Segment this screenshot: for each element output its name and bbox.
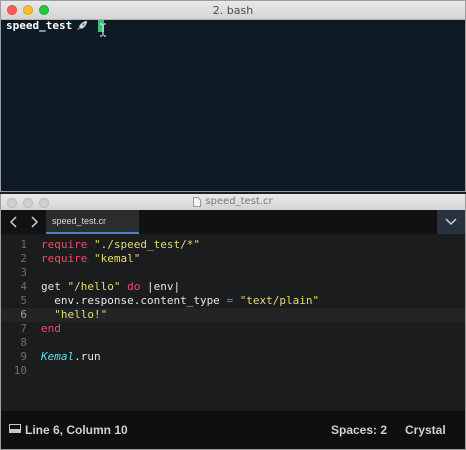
file-icon <box>193 196 202 207</box>
line-source <box>27 266 41 280</box>
code-line[interactable]: 3 <box>1 266 465 280</box>
line-source: env.response.content_type = "text/plain" <box>27 294 319 308</box>
rocket-icon <box>77 21 88 30</box>
terminal-title: 2. bash <box>212 4 254 17</box>
terminal-prompt-line[interactable]: speed_test <box>6 19 105 32</box>
line-number: 7 <box>20 322 27 335</box>
status-bar: Line 6, Column 10 Spaces: 2 Crystal <box>1 411 465 449</box>
code-token: Kemal <box>41 350 75 363</box>
line-source: "hello!" <box>27 308 107 322</box>
tab-dropdown-button[interactable] <box>437 210 465 234</box>
code-token: "kemal" <box>93 252 141 265</box>
code-line[interactable]: 10 <box>1 364 465 378</box>
tab-bar: speed_test.cr <box>1 210 465 234</box>
line-source <box>27 364 41 378</box>
chevron-left-icon[interactable] <box>7 215 21 229</box>
line-source: end <box>27 322 61 336</box>
chevron-down-icon <box>445 218 457 226</box>
code-line[interactable]: 5 env.response.content_type = "text/plai… <box>1 294 465 308</box>
line-number: 6 <box>20 308 27 321</box>
tab-speed-test[interactable]: speed_test.cr <box>46 210 139 234</box>
code-line[interactable]: 6 "hello!" <box>1 308 465 322</box>
text-cursor-icon <box>100 23 106 37</box>
editor-title: speed_test.cr <box>1 196 465 207</box>
code-line[interactable]: 9 Kemal.run <box>1 350 465 364</box>
cursor-position[interactable]: Line 6, Column 10 <box>25 423 128 437</box>
code-token: require <box>41 238 88 251</box>
code-editor[interactable]: 1 require "./speed_test/*" 2 require "kemal… <box>1 238 465 378</box>
code-token: "./speed_test/*" <box>93 238 200 251</box>
line-number: 1 <box>20 238 27 251</box>
editor-titlebar[interactable]: speed_test.cr <box>1 194 465 211</box>
line-source: require "./speed_test/*" <box>27 238 200 252</box>
indentation-setting[interactable]: Spaces: 2 <box>331 423 387 437</box>
line-source: require "kemal" <box>27 252 140 266</box>
code-line[interactable]: 4 get "/hello" do |env| <box>1 280 465 294</box>
syntax-selector[interactable]: Crystal <box>405 423 446 437</box>
line-source <box>27 336 41 350</box>
code-token: |env| <box>140 280 181 293</box>
code-token: "/hello" <box>67 280 121 293</box>
code-token: require <box>41 252 88 265</box>
code-line[interactable]: 1 require "./speed_test/*" <box>1 238 465 252</box>
line-number: 4 <box>20 280 27 293</box>
code-line[interactable]: 7 end <box>1 322 465 336</box>
code-token: .run <box>74 350 101 363</box>
code-line[interactable]: 2 require "kemal" <box>1 252 465 266</box>
code-token: "text/plain" <box>239 294 320 307</box>
code-token: "hello!" <box>54 308 108 321</box>
line-source: get "/hello" do |env| <box>27 280 180 294</box>
terminal-titlebar[interactable]: 2. bash <box>1 1 465 20</box>
code-token: do <box>127 280 141 293</box>
editor-window[interactable]: speed_test.cr speed_test.cr 1 require "./… <box>0 194 466 450</box>
code-token: get <box>41 280 68 293</box>
code-token: end <box>41 322 61 335</box>
line-number: 9 <box>20 350 27 363</box>
line-number: 3 <box>20 266 27 279</box>
terminal-window[interactable]: 2. bash speed_test <box>0 0 466 192</box>
panel-icon[interactable] <box>9 424 21 433</box>
line-number: 5 <box>20 294 27 307</box>
prompt-text: speed_test <box>6 19 73 32</box>
line-source: Kemal.run <box>27 350 101 364</box>
chevron-right-icon[interactable] <box>27 215 41 229</box>
code-token: env.response.content_type <box>41 294 227 307</box>
line-number: 10 <box>13 364 27 377</box>
line-number: 8 <box>20 336 27 349</box>
line-number: 2 <box>20 252 27 265</box>
editor-title-text: speed_test.cr <box>205 196 273 207</box>
code-line[interactable]: 8 <box>1 336 465 350</box>
